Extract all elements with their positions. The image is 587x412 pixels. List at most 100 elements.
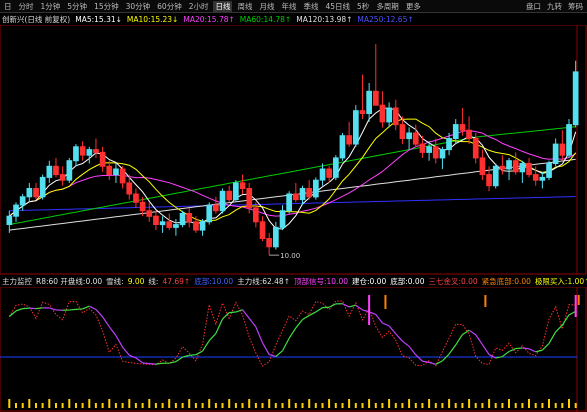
candle-body (79, 146, 86, 156)
candle-body (452, 124, 459, 139)
candle-body (466, 129, 472, 139)
period-tab[interactable]: 周线 (235, 1, 254, 12)
candle-body (293, 193, 299, 201)
oscillator-slow-line (261, 342, 270, 355)
period-tab[interactable]: 5秒 (355, 1, 371, 12)
candle-body (386, 107, 392, 123)
indicator-value: 底部:0.00 (390, 277, 425, 286)
candle-body (146, 210, 153, 217)
candle-body (492, 165, 499, 187)
candle-body (333, 157, 339, 178)
period-tab[interactable]: 月线 (257, 1, 276, 12)
oscillator-slow-line (468, 329, 477, 336)
candle-body (46, 165, 53, 178)
volume-tick (468, 399, 471, 408)
candle-body (552, 143, 559, 164)
period-tab[interactable]: 45日线 (323, 1, 352, 12)
toolbar-right-item[interactable]: 九转 (547, 1, 562, 12)
ma-legend: 创新兴(日线 前复权) MA5:15.31↓ MA10:15.23↓ MA20:… (0, 14, 414, 25)
candle-body (219, 190, 226, 212)
period-tab[interactable]: 60分钟 (155, 1, 184, 12)
oscillator-slow-line (342, 303, 350, 308)
volume-tick (508, 399, 510, 408)
candle-body (6, 215, 13, 225)
indicator-value: 建仓:0.00 (352, 277, 387, 286)
candle-body (412, 132, 419, 145)
oscillator-slow-line (269, 353, 277, 358)
volume-tick (55, 403, 57, 408)
candle-body (472, 138, 479, 159)
signal-bar (484, 295, 487, 307)
oscillator-slow-line (122, 346, 130, 356)
oscillator-slow-line (169, 361, 177, 364)
oscillator-slow-line (455, 334, 463, 346)
volume-tick (321, 403, 324, 408)
period-tab[interactable]: 日线 (213, 0, 233, 12)
indicator-title: 主力监控 (2, 277, 32, 286)
volume-tick (248, 399, 251, 408)
volume-tick (368, 399, 371, 408)
volume-tick (148, 399, 151, 408)
candle-body (259, 221, 266, 240)
period-tab[interactable]: 更多 (404, 1, 423, 12)
volume-tick (121, 403, 124, 408)
candle-body (559, 143, 566, 156)
candlestick-chart[interactable]: 10.00 (0, 25, 587, 275)
volume-tick (441, 403, 444, 408)
volume-tick (261, 403, 264, 408)
candle-body (319, 168, 326, 181)
signal-bar (384, 295, 387, 309)
toolbar-right-item[interactable]: 筹码 (568, 1, 583, 12)
volume-tick (15, 403, 17, 408)
indicator-value: 9.00 (127, 277, 145, 286)
volume-tick (541, 403, 544, 408)
volume-tick (408, 399, 411, 408)
volume-tick (301, 403, 304, 408)
volume-tick (314, 403, 317, 408)
oscillator-slow-line (555, 324, 563, 333)
candle-body (366, 90, 372, 115)
volume-tick (488, 399, 491, 408)
candle-body (432, 146, 439, 159)
oscillator-slow-line (302, 315, 310, 321)
candle-body (519, 163, 526, 173)
oscillator-slow-line (155, 362, 163, 365)
period-tab[interactable]: 年线 (279, 1, 298, 12)
volume-tick (101, 403, 104, 408)
period-tab[interactable]: 分时 (17, 1, 36, 12)
period-tab[interactable]: 多周期 (374, 1, 401, 12)
oscillator-slow-line (202, 340, 210, 352)
oscillator-slow-line (295, 319, 303, 329)
volume-tick (108, 399, 111, 408)
candle-body (346, 135, 352, 145)
candle-body (566, 124, 572, 156)
period-tab[interactable]: 1分钟 (39, 1, 63, 12)
toolbar-right-item[interactable]: 盘口 (526, 1, 541, 12)
period-tab[interactable]: 日 (2, 1, 14, 12)
period-tab[interactable]: 30分钟 (124, 1, 153, 12)
period-toolbar: 日分时 1分钟 5分钟 15分钟 30分钟 60分钟 2小时 日线 周线 月线 年线 季线 45日线 5秒… (0, 0, 587, 13)
volume-tick (328, 399, 331, 408)
candle-body (532, 174, 539, 181)
oscillator-slow-line (135, 357, 143, 364)
candle-body (213, 204, 219, 212)
candle-body (373, 90, 379, 106)
candle-body (266, 238, 272, 248)
oscillator-slow-line (229, 311, 236, 314)
volume-tick (221, 403, 224, 408)
period-tab[interactable]: 15分钟 (92, 1, 121, 12)
candle-body (279, 210, 286, 228)
oscillator-slow-line (115, 335, 124, 348)
period-tab[interactable]: 季线 (301, 1, 320, 12)
period-tab[interactable]: 5分钟 (65, 1, 89, 12)
indicator-value: 三七金叉:0.00 (428, 277, 478, 286)
indicator-chart[interactable] (0, 287, 587, 412)
oscillator-slow-line (15, 308, 23, 312)
candle-body (446, 138, 452, 151)
volume-tick (228, 399, 231, 408)
volume-tick (234, 403, 237, 408)
volume-tick (8, 399, 11, 408)
candle-body (173, 224, 179, 228)
period-tab[interactable]: 2小时 (187, 1, 211, 12)
oscillator-slow-line (475, 334, 483, 345)
